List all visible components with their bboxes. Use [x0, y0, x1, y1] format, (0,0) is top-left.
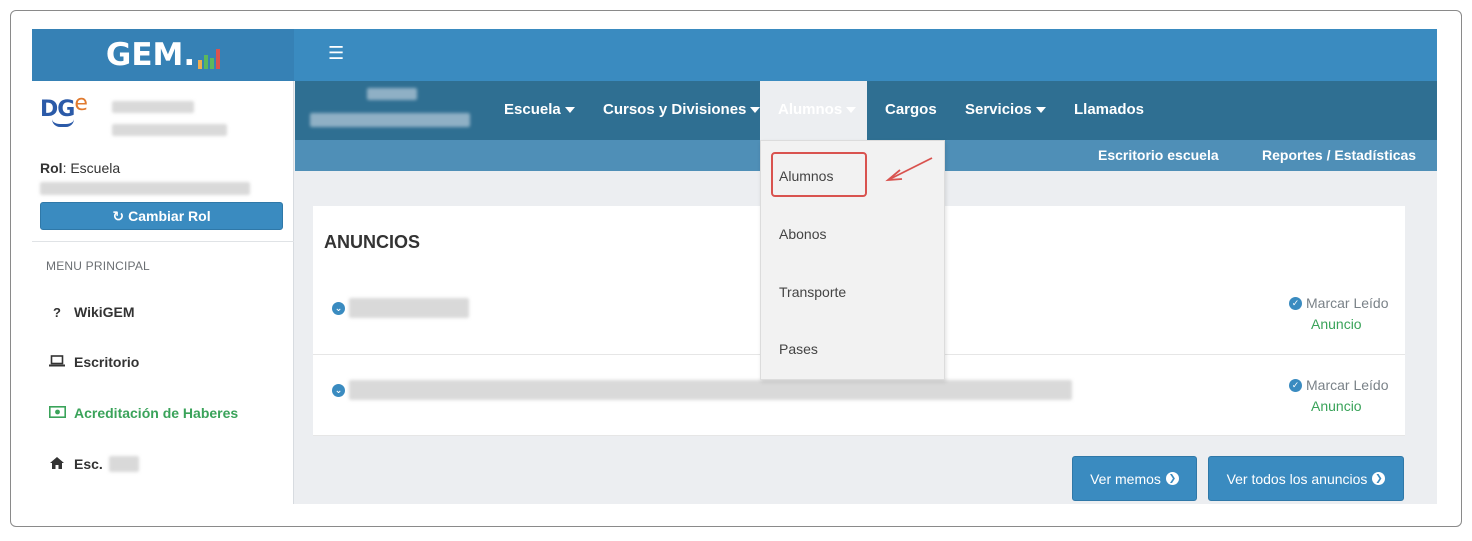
cambiar-rol-button[interactable]: ↻ Cambiar Rol [40, 202, 283, 230]
arrow-right-icon: ❯ [1372, 472, 1386, 485]
divider [32, 241, 294, 242]
nav-servicios[interactable]: Servicios [965, 101, 1046, 118]
marcar-leido-button[interactable]: ✓ Marcar Leído [1289, 377, 1388, 393]
marcar-leido-button[interactable]: ✓ Marcar Leído [1289, 295, 1388, 311]
caret-down-icon [750, 107, 761, 113]
redacted-text [108, 456, 139, 472]
sidebar-item-label: Acreditación de Haberes [74, 405, 239, 421]
ver-todos-label: Ver todos los anuncios [1226, 470, 1368, 487]
ver-memos-label: Ver memos [1090, 470, 1161, 487]
caret-down-icon [1035, 107, 1046, 113]
app-window: GEM. ☰ DGe Rol: Escuela ↻ Cambiar Rol ME… [32, 29, 1437, 504]
sidebar-item-acreditacion[interactable]: Acreditación de Haberes [48, 405, 238, 421]
sidebar-item-escritorio[interactable]: Escritorio [48, 354, 139, 370]
main-navbar: Escuela Cursos y Divisiones Alumnos Carg… [295, 81, 1437, 140]
question-icon: ? [53, 304, 61, 320]
marcar-leido-label: Marcar Leído [1306, 377, 1389, 393]
refresh-icon: ↻ [112, 207, 125, 224]
sidebar: DGe Rol: Escuela ↻ Cambiar Rol MENU PRIN… [32, 81, 294, 504]
nav-cursos-divisiones[interactable]: Cursos y Divisiones [603, 101, 761, 118]
nav-llamados[interactable]: Llamados [1074, 101, 1144, 118]
rol-label: Rol [40, 160, 63, 176]
escritorio-escuela-link[interactable]: Escritorio escuela [1098, 147, 1219, 163]
nav-label: Llamados [1074, 101, 1145, 118]
nav-cargos[interactable]: Cargos [885, 101, 937, 118]
hamburger-icon[interactable]: ☰ [328, 43, 344, 64]
rol-value: : Escuela [62, 160, 121, 176]
nav-escuela[interactable]: Escuela [504, 101, 575, 118]
nav-label: Servicios [965, 101, 1032, 118]
redacted-text [112, 124, 227, 136]
logo-bars-icon [198, 47, 221, 69]
check-icon: ✓ [1289, 378, 1302, 392]
caret-down-icon [846, 107, 857, 113]
redacted-text [349, 380, 1072, 400]
menu-title: MENU PRINCIPAL [46, 259, 150, 273]
nav-label: Cargos [885, 101, 937, 118]
marcar-leido-label: Marcar Leído [1306, 295, 1389, 311]
row-divider [313, 435, 1405, 436]
redacted-text [112, 101, 194, 113]
reportes-estadisticas-link[interactable]: Reportes / Estadísticas [1262, 147, 1416, 163]
sidebar-item-label: Esc. [74, 456, 103, 472]
check-icon: ✓ [1289, 296, 1302, 310]
sidebar-item-escuela[interactable]: Esc. [48, 456, 141, 472]
ver-memos-button[interactable]: Ver memos ❯ [1072, 456, 1197, 501]
nav-label: Escuela [504, 101, 561, 118]
redacted-text [367, 88, 417, 100]
redacted-text [349, 298, 469, 318]
caret-down-icon [564, 107, 575, 113]
sidebar-item-label: Escritorio [74, 354, 140, 370]
nav-label: Alumnos [778, 101, 843, 118]
cambiar-rol-label: Cambiar Rol [128, 208, 211, 224]
sidebar-item-wikigem[interactable]: ? WikiGEM [48, 304, 135, 320]
logo[interactable]: GEM. [32, 29, 294, 81]
top-bar: GEM. ☰ [32, 29, 1437, 81]
dropdown-item-pases[interactable]: Pases [779, 341, 818, 357]
anuncio-label: Anuncio [1311, 398, 1362, 414]
dge-logo-swoosh [52, 119, 74, 127]
nav-alumnos[interactable]: Alumnos [760, 81, 867, 140]
anuncio-label: Anuncio [1311, 316, 1362, 332]
laptop-icon [48, 354, 66, 370]
annotation-arrow-icon [885, 157, 933, 182]
card-title: ANUNCIOS [324, 232, 421, 252]
arrow-right-icon: ❯ [1165, 472, 1179, 485]
home-icon [48, 456, 66, 472]
dropdown-item-abonos[interactable]: Abonos [779, 226, 826, 242]
redacted-text [40, 182, 250, 195]
sidebar-item-label: WikiGEM [74, 304, 135, 320]
chevron-down-icon[interactable]: ⌄ [332, 302, 345, 315]
chevron-down-icon[interactable]: ⌄ [332, 384, 345, 397]
logo-text: GEM. [105, 37, 196, 73]
dropdown-item-transporte[interactable]: Transporte [779, 284, 846, 300]
money-icon [48, 405, 66, 421]
nav-label: Cursos y Divisiones [603, 101, 747, 118]
ver-todos-anuncios-button[interactable]: Ver todos los anuncios ❯ [1208, 456, 1404, 501]
rol-info: Rol: Escuela [40, 160, 120, 176]
dropdown-item-alumnos[interactable]: Alumnos [779, 168, 833, 184]
redacted-text [310, 113, 470, 127]
